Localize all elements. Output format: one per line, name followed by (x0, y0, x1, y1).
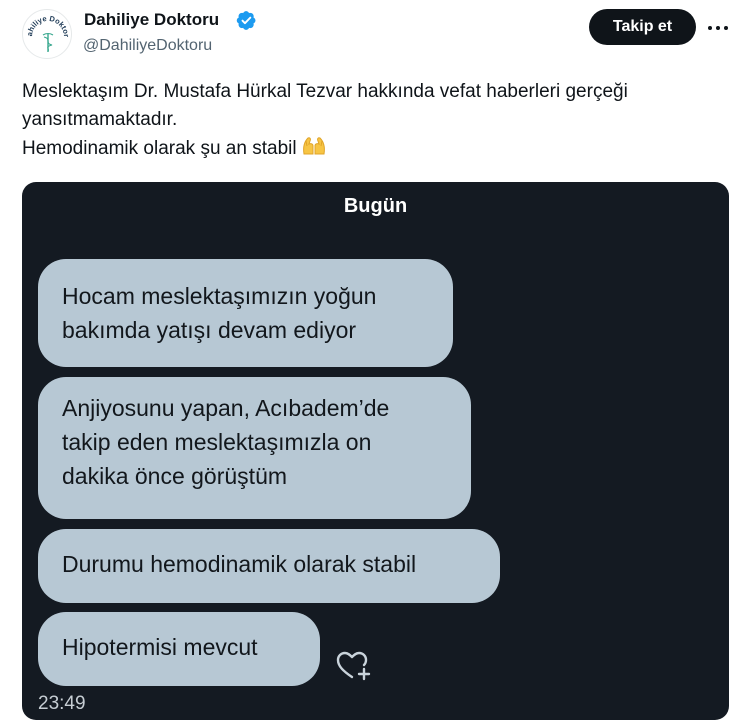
message-line: Hocam meslektaşımızın yoğun (62, 283, 377, 309)
message-line: takip eden meslektaşımızla on (62, 429, 372, 455)
verified-badge-icon[interactable] (236, 10, 257, 31)
follow-button[interactable]: Takip et (589, 9, 696, 45)
praying-hands-emoji (302, 137, 325, 155)
message-line: bakımda yatışı devam ediyor (62, 317, 357, 343)
message-time: 23:49 (38, 693, 86, 714)
tweet-line-text: Hemodinamik olarak şu an stabil (22, 138, 297, 159)
tweet-line: yansıtmamaktadır. (22, 109, 178, 130)
more-dots-icon[interactable] (706, 16, 730, 40)
user-handle[interactable]: @DahiliyeDoktoru (83, 36, 212, 56)
avatar-logo: Dahiliye Doktoru (23, 10, 71, 52)
display-name[interactable]: Dahiliye Doktoru (84, 10, 219, 30)
message-line: Durumu hemodinamik olarak stabil (62, 551, 417, 577)
message-bubble: Hipotermisi mevcut (38, 612, 320, 686)
message-line: Hipotermisi mevcut (62, 634, 258, 660)
message-line: dakika önce görüştüm (62, 463, 288, 489)
message-bubble: Hocam meslektaşımızın yoğun bakımda yatı… (38, 259, 453, 367)
day-label: Bugün (343, 195, 408, 217)
heart-add-icon (336, 651, 371, 681)
message-bubble: Anjiyosunu yapan, Acıbadem’de takip eden… (38, 377, 471, 519)
media-image[interactable]: Bugün Hocam meslektaşımızın yoğun bakımd… (22, 182, 729, 720)
tweet-line: Hemodinamik olarak şu an stabil (22, 134, 732, 163)
message-bubble: Durumu hemodinamik olarak stabil (38, 529, 500, 603)
avatar[interactable]: Dahiliye Doktoru (22, 9, 72, 59)
tweet-line: Meslektaşım Dr. Mustafa Hürkal Tezvar ha… (22, 81, 628, 102)
message-line: Anjiyosunu yapan, Acıbadem’de (62, 395, 390, 421)
tweet-text: Meslektaşım Dr. Mustafa Hürkal Tezvar ha… (22, 78, 732, 163)
